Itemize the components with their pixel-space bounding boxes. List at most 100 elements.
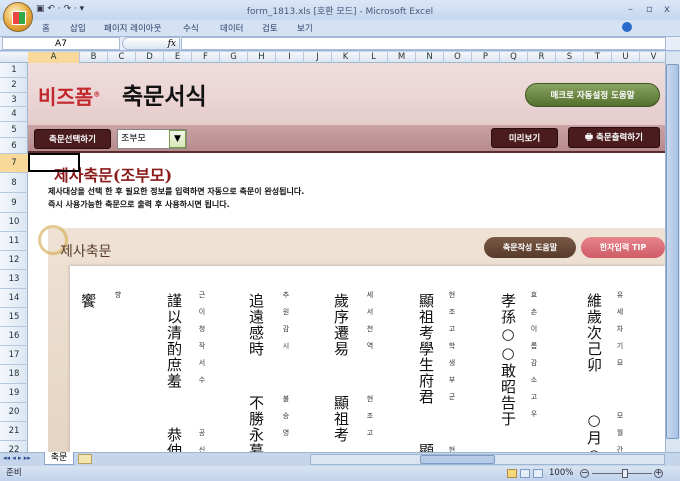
column-header-p[interactable]: P xyxy=(472,52,500,63)
column-header-n[interactable]: N xyxy=(416,52,444,63)
sheet-nav-buttons[interactable]: ◂◂ ◂ ▸ ▸▸ xyxy=(3,454,31,462)
registered-mark: ® xyxy=(93,90,101,99)
chukmun-hanja-line: 饗 xyxy=(79,293,97,309)
zoom-in-icon[interactable]: + xyxy=(654,469,663,478)
logo-text: 비즈폼 xyxy=(38,85,94,109)
chukmun-hanja-line: 維歲次己卯 ○月○ xyxy=(585,293,603,465)
row-header-2[interactable]: 2 xyxy=(0,78,28,93)
row-header-13[interactable]: 13 xyxy=(0,270,28,289)
row-header-1[interactable]: 1 xyxy=(0,63,28,78)
column-header-g[interactable]: G xyxy=(220,52,248,63)
tab-formulas[interactable]: 수식 xyxy=(183,22,199,34)
close-button[interactable]: x xyxy=(664,4,670,15)
column-header-h[interactable]: H xyxy=(248,52,276,63)
row-header-6[interactable]: 6 xyxy=(0,138,28,154)
help-icon[interactable] xyxy=(622,22,632,32)
insert-sheet-icon[interactable] xyxy=(78,454,92,464)
row-header-12[interactable]: 12 xyxy=(0,251,28,270)
select-chukmun-button[interactable]: 축문선택하기 xyxy=(34,129,111,149)
tab-page-layout[interactable]: 페이지 레이아웃 xyxy=(104,22,161,34)
column-header-b[interactable]: B xyxy=(80,52,108,63)
hanja-tip-button[interactable]: 한자입력 TIP xyxy=(581,237,665,258)
column-header-u[interactable]: U xyxy=(612,52,640,63)
print-label: 축문출력하기 xyxy=(596,133,643,143)
row-header-21[interactable]: 21 xyxy=(0,422,28,441)
status-bar: 준비 100% − + xyxy=(0,466,680,481)
row-header-14[interactable]: 14 xyxy=(0,289,28,308)
row-header-9[interactable]: 9 xyxy=(0,193,28,213)
app-title: 축문서식 xyxy=(122,83,207,110)
sheet-tab-chukmun[interactable]: 축문 xyxy=(44,452,74,465)
macro-help-button[interactable]: 매크로 자동설정 도움말 xyxy=(525,83,660,107)
minimize-button[interactable]: – xyxy=(628,4,633,15)
column-header-f[interactable]: F xyxy=(192,52,220,63)
tab-view[interactable]: 보기 xyxy=(297,22,313,34)
zoom-slider-thumb[interactable] xyxy=(622,469,628,478)
column-header-d[interactable]: D xyxy=(136,52,164,63)
row-header-11[interactable]: 11 xyxy=(0,232,28,251)
page-layout-view-icon[interactable] xyxy=(520,469,530,478)
chukmun-hanja-line: 追遠感時 不勝永慕 xyxy=(247,293,265,459)
chukmun-hanja-line: 孝孫○○敢昭告于 xyxy=(499,293,517,427)
description-line-2: 즉시 사용가능한 축문으로 출력 후 사용하시면 됩니다. xyxy=(48,200,230,209)
window-title: form_1813.xls [호환 모드] - Microsoft Excel xyxy=(246,7,434,17)
column-header-c[interactable]: C xyxy=(108,52,136,63)
horizontal-scroll-thumb[interactable] xyxy=(420,455,495,464)
row-header-15[interactable]: 15 xyxy=(0,308,28,327)
preview-button[interactable]: 미리보기 xyxy=(491,128,558,148)
printer-icon: 🖶 xyxy=(585,133,597,143)
page-break-view-icon[interactable] xyxy=(533,469,543,478)
tab-review[interactable]: 검토 xyxy=(262,22,278,34)
panel-title: 제사축문 xyxy=(60,244,112,260)
row-header-18[interactable]: 18 xyxy=(0,365,28,384)
formula-input[interactable] xyxy=(181,37,666,50)
insert-function-button[interactable]: fx xyxy=(122,37,180,50)
normal-view-icon[interactable] xyxy=(507,469,517,478)
chukmun-help-button[interactable]: 축문작성 도움말 xyxy=(484,237,576,258)
column-header-r[interactable]: R xyxy=(528,52,556,63)
column-header-v[interactable]: V xyxy=(640,52,668,63)
maximize-button[interactable]: ▫ xyxy=(646,4,653,15)
zoom-out-icon[interactable]: − xyxy=(580,469,589,478)
chukmun-hangul-reading: 효손이름감소고우 xyxy=(530,291,538,427)
row-header-19[interactable]: 19 xyxy=(0,384,28,403)
column-header-i[interactable]: I xyxy=(276,52,304,63)
description-line-1: 제사대상을 선택 한 후 필요한 정보를 입력하면 자동으로 축문이 완성됩니다… xyxy=(48,187,305,196)
name-box[interactable]: A7 xyxy=(2,37,120,50)
row-header-4[interactable]: 4 xyxy=(0,107,28,122)
ribbon xyxy=(0,20,680,36)
office-logo-icon xyxy=(12,11,26,25)
column-header-j[interactable]: J xyxy=(304,52,332,63)
column-header-k[interactable]: K xyxy=(332,52,360,63)
dropdown-arrow-icon[interactable]: ▼ xyxy=(169,130,186,148)
tab-insert[interactable]: 삽입 xyxy=(70,22,86,34)
tab-home[interactable]: 홈 xyxy=(42,22,50,34)
column-header-m[interactable]: M xyxy=(388,52,416,63)
chukmun-hangul-reading: 향 xyxy=(114,291,122,308)
office-button[interactable] xyxy=(3,2,33,32)
selected-cell-a7[interactable] xyxy=(28,153,80,172)
column-header-e[interactable]: E xyxy=(164,52,192,63)
print-button[interactable]: 🖶 축문출력하기 xyxy=(568,127,660,148)
worksheet[interactable]: 비즈폼® 축문서식 매크로 자동설정 도움말 축문선택하기 조부모 ▼ 미리보기… xyxy=(28,63,665,475)
tab-data[interactable]: 데이터 xyxy=(220,22,243,34)
column-header-t[interactable]: T xyxy=(584,52,612,63)
chukmun-hanja-line: 歲序遷易 顯祖考 xyxy=(332,293,350,443)
column-header-l[interactable]: L xyxy=(360,52,388,63)
column-header-s[interactable]: S xyxy=(556,52,584,63)
chukmun-hanja-line: 顯祖考學生府君 顯 xyxy=(417,293,435,459)
row-header-7[interactable]: 7 xyxy=(0,154,28,173)
row-header-5[interactable]: 5 xyxy=(0,122,28,138)
row-header-17[interactable]: 17 xyxy=(0,346,28,365)
row-header-20[interactable]: 20 xyxy=(0,403,28,422)
row-header-3[interactable]: 3 xyxy=(0,93,28,107)
column-header-a[interactable]: A xyxy=(28,52,80,63)
column-header-o[interactable]: O xyxy=(444,52,472,63)
row-header-8[interactable]: 8 xyxy=(0,173,28,193)
row-header-16[interactable]: 16 xyxy=(0,327,28,346)
zoom-level: 100% xyxy=(549,468,574,478)
vertical-scroll-thumb[interactable] xyxy=(666,64,679,439)
chukmun-hangul-reading: 현조고학생부군 현 xyxy=(448,291,456,463)
column-header-q[interactable]: Q xyxy=(500,52,528,63)
row-header-10[interactable]: 10 xyxy=(0,213,28,232)
